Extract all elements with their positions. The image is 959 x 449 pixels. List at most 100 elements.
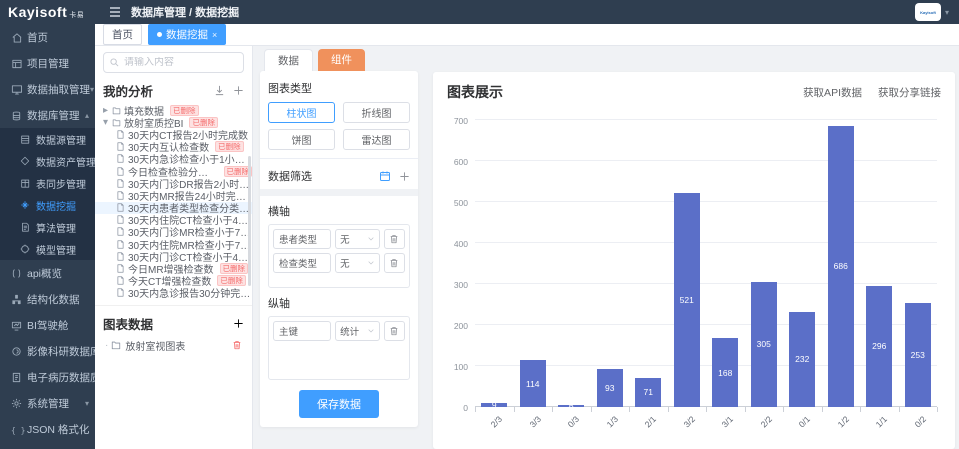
chart-type-button[interactable]: 柱状图 — [268, 102, 335, 123]
chart-data-item[interactable]: ·放射室视图表 — [95, 337, 252, 353]
y-axis-tick-label: 0 — [463, 403, 468, 413]
remove-field-button[interactable] — [384, 253, 405, 273]
project-icon — [11, 58, 22, 69]
sidebar-item-structured[interactable]: 结构化数据 — [0, 286, 95, 312]
sidebar-item-api[interactable]: api概览 — [0, 260, 95, 286]
field-chip[interactable]: 主键 — [273, 321, 331, 341]
sidebar-item-label: 数据抽取管理 — [27, 82, 90, 97]
save-data-button[interactable]: 保存数据 — [299, 390, 379, 418]
sidebar-item-monitor[interactable]: 数据抽取管理▾ — [0, 76, 95, 102]
sidebar-nav: 首页项目管理数据抽取管理▾数据库管理▴数据源管理数据资产管理表同步管理数据挖掘算… — [0, 24, 95, 449]
sidebar-item-home[interactable]: 首页 — [0, 24, 95, 50]
builder-panel: 数据 组件 图表类型 柱状图折线图饼图雷达图 数据筛选 — [253, 46, 425, 449]
tab-data-mining-label: 数据挖掘 — [166, 27, 208, 42]
analysis-header: 我的分析 — [95, 77, 252, 104]
sidebar-item-label: 项目管理 — [27, 56, 69, 71]
logo-suffix: 卡易 — [69, 10, 84, 20]
sidebar-item-algorithm[interactable]: 算法管理 — [0, 216, 95, 238]
menu-collapse-icon[interactable] — [109, 7, 121, 17]
tab-home-label: 首页 — [112, 27, 133, 42]
sidebar-item-json[interactable]: { }JSON 格式化 — [0, 416, 95, 442]
doc-icon — [116, 276, 125, 285]
sidebar-item-table-sync[interactable]: 表同步管理 — [0, 172, 95, 194]
search-input[interactable] — [124, 57, 237, 68]
sidebar-item-datasource[interactable]: 数据源管理 — [0, 128, 95, 150]
tab-close-icon[interactable]: × — [212, 30, 217, 40]
bar-value-label: 232 — [795, 354, 809, 364]
chart-type-button[interactable]: 折线图 — [343, 102, 410, 123]
aggregation-select[interactable]: 无 — [335, 253, 380, 273]
sidebar-item-system[interactable]: 系统管理▾ — [0, 390, 95, 416]
avatar-caret-icon[interactable]: ▾ — [945, 8, 949, 17]
sidebar-item-model[interactable]: 模型管理 — [0, 238, 95, 260]
tree-scrollbar[interactable] — [248, 156, 251, 286]
chart-display-title: 图表展示 — [447, 82, 787, 102]
model-icon — [20, 244, 31, 255]
x-axis-category-label: 3/3 — [527, 414, 542, 429]
remove-field-button[interactable] — [384, 229, 405, 249]
bar-value-label: 296 — [872, 341, 886, 351]
add-analysis-icon[interactable] — [233, 85, 244, 96]
tab-component[interactable]: 组件 — [318, 49, 365, 71]
field-chip[interactable]: 患者类型 — [273, 229, 331, 249]
algorithm-icon — [20, 222, 31, 233]
chart-data-header: 图表数据 — [95, 305, 252, 337]
database-icon — [11, 110, 22, 121]
field-chip[interactable]: 检查类型 — [273, 253, 331, 273]
import-icon[interactable] — [214, 85, 225, 96]
gridline — [475, 119, 937, 120]
calendar-icon[interactable] — [379, 170, 391, 182]
chart-type-button[interactable]: 雷达图 — [343, 129, 410, 150]
chevron-down-icon — [367, 327, 375, 335]
chart-column: 图表展示 获取API数据 获取分享链接 01002003004005006007… — [425, 46, 959, 449]
sidebar-item-database[interactable]: 数据库管理▴ — [0, 102, 95, 128]
x-axis-tick — [514, 407, 515, 412]
chart-data-list: ·放射室视图表 — [95, 337, 252, 353]
remove-field-button[interactable] — [384, 321, 405, 341]
chevron-right-icon[interactable]: ▸ — [103, 105, 110, 116]
bullet-icon: · — [105, 340, 108, 351]
sidebar-item-mining[interactable]: 数据挖掘 — [0, 194, 95, 216]
tree-item[interactable]: 30天内急诊报告30分钟完成数 — [95, 287, 252, 299]
chart-card: 图表展示 获取API数据 获取分享链接 01002003004005006007… — [433, 72, 955, 449]
search-box[interactable] — [103, 52, 244, 73]
tab-home[interactable]: 首页 — [103, 24, 142, 45]
sidebar-item-emr[interactable]: 电子病历数据质控 — [0, 364, 95, 390]
x-axis-tick — [706, 407, 707, 412]
user-avatar[interactable]: Kayisoft — [915, 3, 941, 21]
chart-type-button[interactable]: 饼图 — [268, 129, 335, 150]
bar-value-label: 9 — [492, 400, 497, 410]
x-axis-tick — [475, 407, 476, 412]
chevron-up-icon: ▴ — [85, 111, 89, 120]
get-api-data-link[interactable]: 获取API数据 — [803, 85, 862, 100]
add-filter-icon[interactable] — [399, 171, 410, 182]
mining-icon — [20, 200, 31, 211]
bar-value-label: 168 — [718, 368, 732, 378]
add-chart-data-icon[interactable] — [233, 318, 244, 329]
window-tabbar: 首页 数据挖掘 × — [95, 24, 959, 46]
x-axis-label: 横轴 — [268, 203, 410, 219]
x-axis-category-label: 0/3 — [566, 414, 581, 429]
sidebar-item-asset[interactable]: 数据资产管理 — [0, 150, 95, 172]
doc-icon — [116, 167, 125, 176]
x-axis-tick — [668, 407, 669, 412]
doc-icon — [116, 264, 125, 273]
chart-type-grid: 柱状图折线图饼图雷达图 — [268, 102, 410, 150]
y-axis-box: 主键统计 — [268, 316, 410, 380]
delete-chart-data-icon[interactable] — [232, 340, 242, 350]
get-share-link[interactable]: 获取分享链接 — [878, 85, 941, 100]
sidebar-item-imaging[interactable]: 影像科研数据库 — [0, 338, 95, 364]
doc-icon — [116, 252, 125, 261]
aggregation-select[interactable]: 无 — [335, 229, 380, 249]
aggregation-select[interactable]: 统计 — [335, 321, 380, 341]
tab-data[interactable]: 数据 — [264, 49, 313, 71]
axis-field-row: 检查类型无 — [273, 253, 405, 273]
sidebar-item-bi[interactable]: BI驾驶舱 — [0, 312, 95, 338]
chart-data-title: 图表数据 — [103, 314, 233, 333]
tab-data-mining[interactable]: 数据挖掘 × — [148, 24, 226, 45]
breadcrumb: 数据库管理 / 数据挖掘 — [131, 4, 239, 20]
sidebar-item-project[interactable]: 项目管理 — [0, 50, 95, 76]
chevron-down-icon[interactable]: ▾ — [103, 117, 110, 128]
doc-icon — [116, 215, 125, 224]
x-axis-category-label: 3/1 — [720, 414, 735, 429]
